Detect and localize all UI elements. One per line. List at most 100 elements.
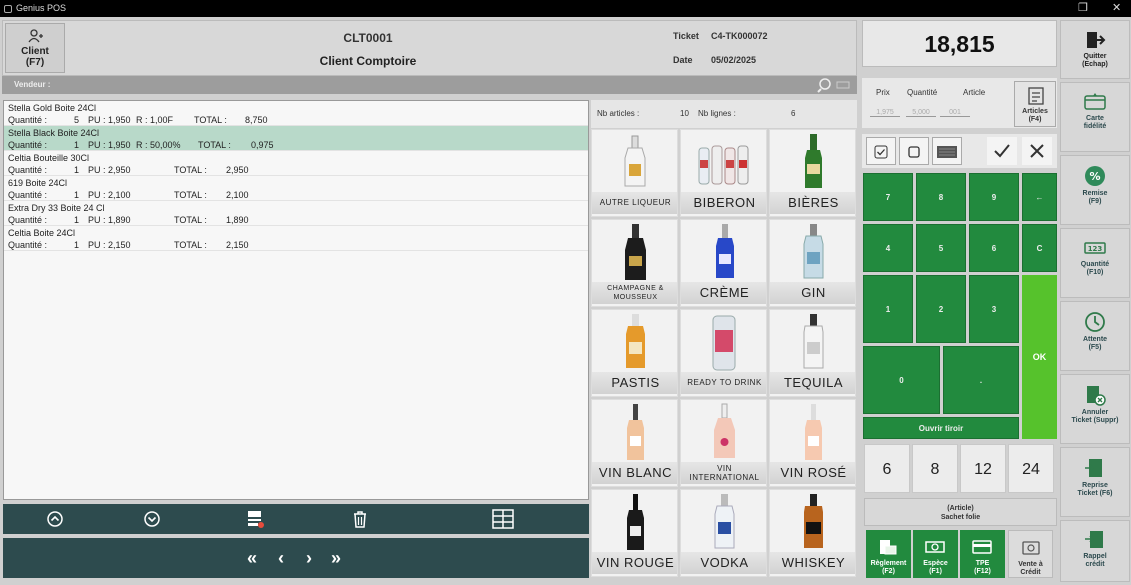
category-biberon[interactable]: BIBERON — [680, 129, 767, 217]
scroll-up-icon[interactable] — [43, 507, 67, 531]
last-page-button[interactable]: » — [331, 547, 341, 569]
counts-bar: Nb articles : 10 Nb lignes : 6 — [591, 100, 857, 128]
quantite-button[interactable]: 123 Quantité (F10) — [1060, 228, 1130, 298]
key-8[interactable]: 8 — [916, 173, 966, 221]
quick-qty-24[interactable]: 24 — [1008, 444, 1054, 493]
key-5[interactable]: 5 — [916, 224, 966, 272]
line-name: Celtia Bouteille 30Cl — [8, 153, 90, 163]
category-vin-rouge[interactable]: VIN ROUGE — [591, 489, 678, 577]
keyboard-button[interactable] — [932, 137, 962, 165]
annuler-ticket-button[interactable]: Annuler Ticket (Suppr) — [1060, 374, 1130, 444]
category-bieres[interactable]: BIÈRES — [769, 129, 856, 217]
edit-line-icon[interactable] — [243, 507, 267, 531]
category-creme[interactable]: CRÈME — [680, 219, 767, 307]
key-0[interactable]: 0 — [863, 346, 940, 414]
add-user-icon — [28, 29, 43, 43]
check-all-button[interactable] — [866, 137, 896, 165]
category-autre-liqueur[interactable]: AUTRE LIQUEUR — [591, 129, 678, 217]
line-remise: R : 1,00F — [136, 115, 174, 125]
client-button[interactable]: Client (F7) — [5, 23, 65, 73]
key-decimal[interactable]: . — [943, 346, 1019, 414]
ticket-line[interactable]: 619 Boite 24Cl Quantité : 1 PU : 2,100 TOTA… — [4, 176, 588, 201]
open-drawer-button[interactable]: Ouvrir tiroir — [863, 417, 1019, 439]
ticket-line[interactable]: Stella Gold Boite 24Cl Quantité : 5 PU : 1… — [4, 101, 588, 126]
cancel-button[interactable] — [1022, 137, 1052, 165]
key-7[interactable]: 7 — [863, 173, 913, 221]
reprise-ticket-button[interactable]: Reprise Ticket (F6) — [1060, 447, 1130, 517]
key-6[interactable]: 6 — [969, 224, 1019, 272]
category-pastis[interactable]: PASTIS — [591, 309, 678, 397]
first-page-button[interactable]: « — [247, 547, 257, 569]
line-name: Extra Dry 33 Boite 24 Cl — [8, 203, 105, 213]
article-field[interactable]: 001 — [940, 109, 970, 117]
category-tequila[interactable]: TEQUILA — [769, 309, 856, 397]
ticket-line[interactable]: Celtia Boite 24Cl Quantité : 1 PU : 2,150 T… — [4, 226, 588, 251]
tpe-button[interactable]: TPE (F12) — [960, 530, 1005, 578]
remise-button[interactable]: % Remise (F9) — [1060, 155, 1130, 225]
key-2[interactable]: 2 — [916, 275, 966, 343]
category-whiskey[interactable]: WHISKEY — [769, 489, 856, 577]
quick-qty-8[interactable]: 8 — [912, 444, 958, 493]
category-vin-international[interactable]: VIN INTERNATIONAL — [680, 399, 767, 487]
quick-qty-6[interactable]: 6 — [864, 444, 910, 493]
key-clear[interactable]: C — [1022, 224, 1057, 272]
next-page-button[interactable]: › — [306, 547, 312, 569]
close-window-icon[interactable]: ✕ — [1112, 0, 1121, 17]
ticket-line[interactable]: Celtia Bouteille 30Cl Quantité : 1 PU : 2,… — [4, 151, 588, 176]
validate-button[interactable] — [987, 137, 1017, 165]
ticket-line-selected[interactable]: Stella Black Boite 24Cl Quantité : 1 PU : … — [4, 126, 588, 151]
articles-icon — [1028, 87, 1044, 105]
ticket-line[interactable]: Extra Dry 33 Boite 24 Cl Quantité : 1 PU :… — [4, 201, 588, 226]
key-backspace[interactable]: ← — [1022, 173, 1057, 221]
close-icon — [1030, 144, 1044, 158]
category-champagne[interactable]: CHAMPAGNE & MOUSSEUX — [591, 219, 678, 307]
scroll-down-icon[interactable] — [140, 507, 164, 531]
vodka-bottle-icon — [714, 494, 735, 549]
quitter-button[interactable]: Quitter (Echap) — [1060, 20, 1130, 79]
carte-fidelite-button[interactable]: Carte fidélité — [1060, 82, 1130, 152]
articles-button[interactable]: Articles (F4) — [1014, 81, 1056, 127]
category-label: CHAMPAGNE & MOUSSEUX — [592, 282, 677, 304]
grid-view-icon[interactable] — [491, 507, 515, 531]
prix-field[interactable]: 1,975 — [870, 109, 900, 117]
quick-qty-12[interactable]: 12 — [960, 444, 1006, 493]
category-vodka[interactable]: VODKA — [680, 489, 767, 577]
rappel-credit-button[interactable]: Rappel crédit — [1060, 520, 1130, 582]
line-remise: R : 50,00% — [136, 140, 181, 150]
key-3[interactable]: 3 — [969, 275, 1019, 343]
svg-text:123: 123 — [1088, 245, 1103, 253]
category-label: VODKA — [681, 552, 766, 574]
ticket-lines-list[interactable]: Stella Gold Boite 24Cl Quantité : 5 PU : 1… — [3, 100, 589, 500]
espece-button[interactable]: Espèce (F1) — [913, 530, 958, 578]
header: Client (F7) CLT0001 Client Comptoire Tic… — [2, 20, 857, 76]
quantity-icon: 123 — [1084, 242, 1106, 254]
line-total: 0,975 — [251, 140, 274, 150]
vente-credit-button[interactable]: Vente à Crédit — [1008, 530, 1053, 578]
prev-page-button[interactable]: ‹ — [278, 547, 284, 569]
red-wine-bottle-icon — [627, 494, 644, 550]
client-code: CLT0001 — [343, 31, 393, 45]
key-4[interactable]: 4 — [863, 224, 913, 272]
bottles-icon — [698, 145, 749, 185]
category-gin[interactable]: GIN — [769, 219, 856, 307]
line-total-label: TOTAL : — [174, 240, 207, 250]
ticket-number: C4-TK000072 — [711, 31, 768, 41]
line-qty-label: Quantité : — [8, 240, 48, 250]
ok-button[interactable]: OK — [1022, 275, 1057, 439]
attente-label: Attente (F5) — [1082, 336, 1108, 351]
category-vin-blanc[interactable]: VIN BLANC — [591, 399, 678, 487]
delete-line-icon[interactable] — [348, 507, 372, 531]
key-1[interactable]: 1 — [863, 275, 913, 343]
uncheck-button[interactable] — [899, 137, 929, 165]
attente-button[interactable]: Attente (F5) — [1060, 301, 1130, 371]
restore-icon[interactable]: ❐ — [1078, 0, 1088, 17]
sachet-folie-button[interactable]: (Article) Sachet folie — [864, 498, 1057, 526]
champagne-bottle-icon — [625, 224, 646, 280]
quantite-field[interactable]: 5,000 — [906, 109, 936, 117]
key-9[interactable]: 9 — [969, 173, 1019, 221]
search-icon[interactable] — [817, 77, 851, 93]
reglement-button[interactable]: Règlement (F2) — [866, 530, 911, 578]
category-ready-to-drink[interactable]: READY TO DRINK — [680, 309, 767, 397]
category-vin-rose[interactable]: VIN ROSÉ — [769, 399, 856, 487]
ticket-total: 18,815 — [862, 20, 1057, 67]
